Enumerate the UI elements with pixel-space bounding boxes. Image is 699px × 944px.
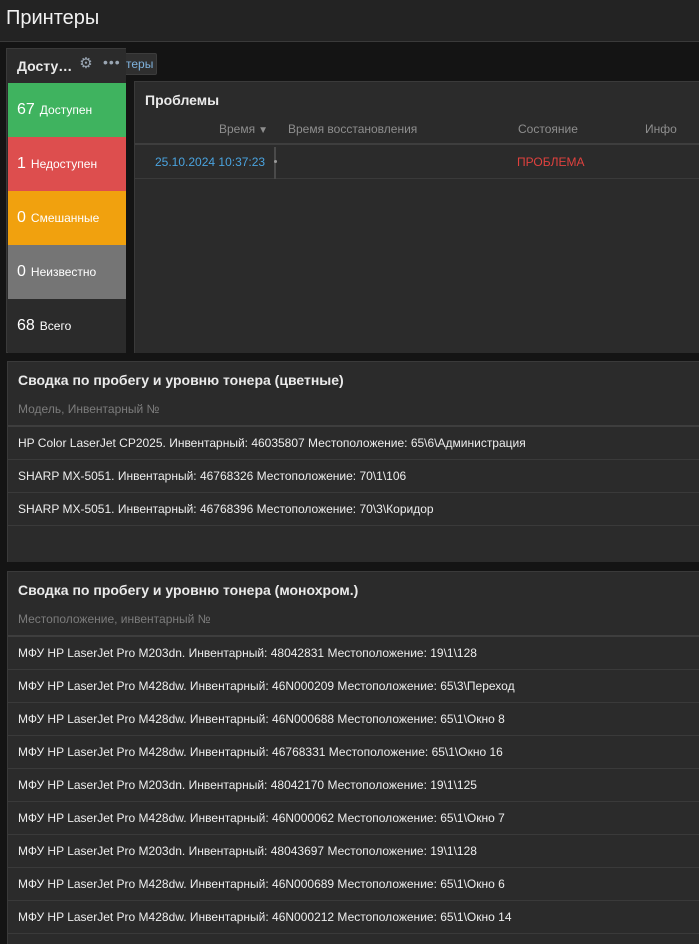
column-info: Инфо — [645, 122, 677, 136]
stat-unknown-label: Неизвестно — [30, 265, 97, 279]
printer-row[interactable]: МФУ HP LaserJet Pro M428dw. Инвентарный:… — [8, 670, 699, 703]
stat-unavailable[interactable]: 1 Недоступен — [8, 137, 126, 191]
printer-row[interactable]: МФУ HP LaserJet Pro M203dn. Инвентарный:… — [8, 835, 699, 868]
column-recovery-time: Время восстановления — [288, 122, 418, 136]
printer-row[interactable]: SHARP MX-5051. Инвентарный: 46768326 Мес… — [8, 460, 699, 493]
stat-mixed-count: 0 — [17, 209, 26, 226]
timeline-divider — [274, 147, 276, 179]
toner-color-column-header[interactable]: Модель, Инвентарный № — [18, 402, 159, 416]
column-time[interactable]: Время ▼ — [219, 122, 268, 136]
availability-header: Доступ... ⚙ ••• — [7, 49, 126, 83]
stat-unknown[interactable]: 0 Неизвестно — [8, 245, 126, 299]
printer-row[interactable]: HP Color LaserJet CP2025. Инвентарный: 4… — [8, 427, 699, 460]
printer-row[interactable]: МФУ HP LaserJet Pro M428dw. Инвентарный:… — [8, 703, 699, 736]
gear-icon[interactable]: ⚙ — [78, 56, 94, 72]
printer-row[interactable]: МФУ HP LaserJet Pro M428dw. Инвентарный:… — [8, 736, 699, 769]
stat-unavailable-label: Недоступен — [30, 157, 98, 171]
stat-available-label: Доступен — [39, 103, 93, 117]
printer-row[interactable]: МФУ HP LaserJet Pro M428dw. Инвентарный:… — [8, 802, 699, 835]
problems-panel: Проблемы Время ▼ Время восстановления Сос… — [134, 81, 699, 353]
more-options-icon[interactable]: ••• — [103, 54, 121, 70]
stat-unavailable-count: 1 — [17, 155, 26, 172]
stat-available[interactable]: 67 Доступен — [8, 83, 126, 137]
toner-color-panel: Сводка по пробегу и уровню тонера (цветн… — [7, 361, 699, 562]
availability-title: Доступ... — [17, 58, 77, 74]
problem-status: ПРОБЛЕМА — [517, 155, 585, 169]
stat-available-count: 67 — [17, 101, 35, 118]
timeline-dot — [274, 160, 277, 163]
stat-total-label: Всего — [39, 319, 72, 333]
toner-mono-column-header[interactable]: Местоположение, инвентарный № — [18, 612, 211, 626]
printer-row[interactable]: МФУ HP LaserJet Pro M428dw. Инвентарный:… — [8, 868, 699, 901]
toner-mono-title: Сводка по пробегу и уровню тонера (монох… — [18, 582, 359, 598]
stat-total-count: 68 — [17, 317, 35, 334]
toner-color-list: HP Color LaserJet CP2025. Инвентарный: 4… — [8, 427, 699, 526]
stat-total[interactable]: 68 Всего — [8, 299, 126, 353]
problems-title: Проблемы — [145, 92, 220, 108]
printer-row[interactable]: МФУ HP LaserJet Pro M428dw. Инвентарный:… — [8, 901, 699, 934]
column-time-label: Время — [219, 122, 256, 136]
problem-row[interactable]: 25.10.2024 10:37:23 ПРОБЛЕМА — [135, 147, 699, 179]
printer-row[interactable]: SHARP MX-5051. Инвентарный: 46768396 Мес… — [8, 493, 699, 526]
toner-mono-panel: Сводка по пробегу и уровню тонера (монох… — [7, 571, 699, 944]
toner-mono-list: МФУ HP LaserJet Pro M203dn. Инвентарный:… — [8, 637, 699, 934]
page-title: Принтеры — [6, 7, 100, 29]
sort-desc-icon: ▼ — [258, 125, 269, 136]
printer-row[interactable]: МФУ HP LaserJet Pro M203dn. Инвентарный:… — [8, 637, 699, 670]
problems-table-header: Время ▼ Время восстановления Состояние Ин… — [135, 117, 699, 145]
top-bar: Принтеры — [0, 0, 699, 42]
stat-unknown-count: 0 — [17, 263, 26, 280]
problem-time-link[interactable]: 25.10.2024 10:37:23 — [155, 155, 265, 169]
column-status: Состояние — [518, 122, 578, 136]
printer-row[interactable]: МФУ HP LaserJet Pro M203dn. Инвентарный:… — [8, 769, 699, 802]
stat-mixed[interactable]: 0 Смешанные — [8, 191, 126, 245]
toner-color-title: Сводка по пробегу и уровню тонера (цветн… — [18, 372, 344, 388]
stat-mixed-label: Смешанные — [30, 211, 100, 225]
availability-widget: Доступ... ⚙ ••• 67 Доступен 1 Недоступен… — [6, 48, 126, 353]
